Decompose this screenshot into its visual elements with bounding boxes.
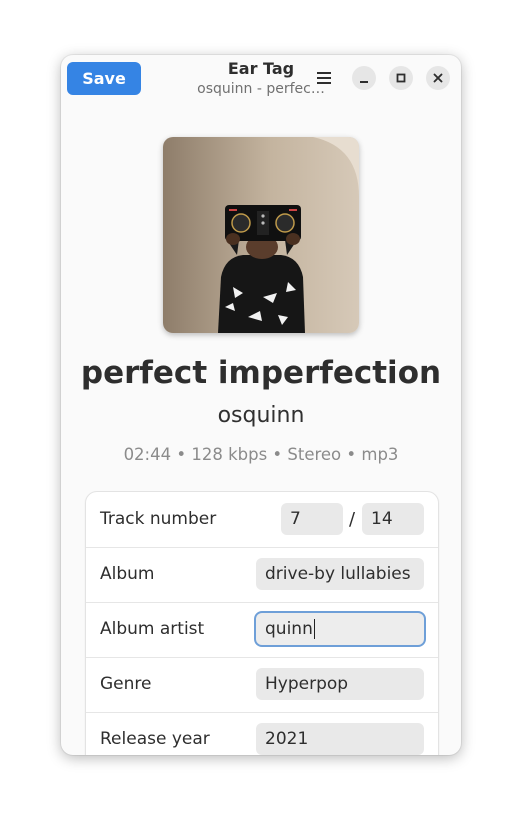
album-cover-art[interactable] (163, 137, 359, 333)
album-artist-input[interactable]: quinn (256, 613, 424, 645)
maximize-icon (396, 73, 406, 83)
row-release-year: Release year 2021 (86, 712, 438, 755)
release-year-label: Release year (100, 729, 210, 749)
release-year-input[interactable]: 2021 (256, 723, 424, 755)
close-icon (433, 73, 443, 83)
hamburger-menu-icon (317, 72, 331, 84)
text-cursor (313, 619, 315, 639)
album-input[interactable]: drive-by lullabies (256, 558, 424, 590)
genre-label: Genre (100, 674, 152, 694)
row-track-number: Track number 7 / 14 (86, 492, 438, 548)
tag-fields-list: Track number 7 / 14 Album drive-by lulla… (85, 491, 439, 755)
track-number-input[interactable]: 7 (281, 503, 343, 535)
row-genre: Genre Hyperpop (86, 657, 438, 713)
track-total-input[interactable]: 14 (362, 503, 424, 535)
album-artist-value: quinn (265, 619, 313, 639)
track-number-label: Track number (100, 509, 217, 529)
song-title: perfect imperfection (80, 355, 442, 391)
window-subtitle: osquinn - perfec… (197, 81, 325, 97)
row-album-artist: Album artist quinn (86, 602, 438, 658)
ear-tag-window: Save Ear Tag osquinn - perfec… perfect i… (61, 55, 461, 755)
save-button[interactable]: Save (67, 62, 141, 95)
row-album: Album drive-by lullabies (86, 547, 438, 603)
song-file-info: 02:44 • 128 kbps • Stereo • mp3 (123, 445, 399, 464)
main-menu-button[interactable] (312, 66, 336, 90)
track-separator: / (349, 509, 356, 530)
song-artist: osquinn (217, 403, 305, 428)
headerbar: Save Ear Tag osquinn - perfec… (61, 55, 461, 101)
window-title: Ear Tag (227, 59, 295, 78)
window-title-group: Ear Tag osquinn - perfec… (151, 58, 371, 98)
maximize-button[interactable] (389, 66, 413, 90)
close-button[interactable] (426, 66, 450, 90)
cover-photo-image (163, 137, 359, 333)
album-artist-label: Album artist (100, 619, 205, 639)
album-label: Album (100, 564, 155, 584)
minimize-icon (360, 81, 368, 83)
genre-input[interactable]: Hyperpop (256, 668, 424, 700)
minimize-button[interactable] (352, 66, 376, 90)
